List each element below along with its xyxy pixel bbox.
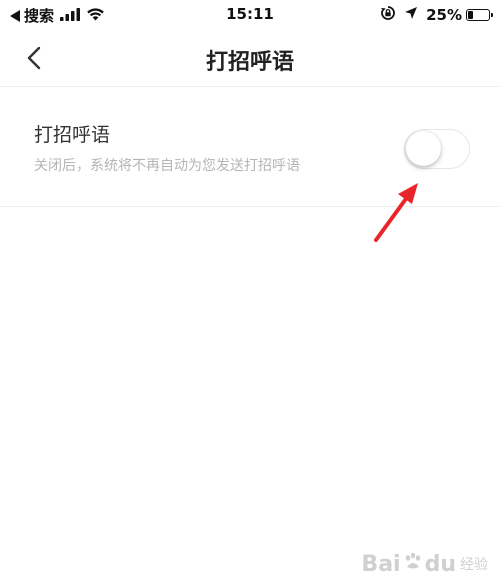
battery-icon bbox=[466, 9, 493, 21]
setting-description: 关闭后，系统将不再自动为您发送打招呼语 bbox=[34, 158, 300, 174]
baidu-watermark: Bai du 经验 bbox=[361, 551, 488, 577]
watermark-brand-tail: du bbox=[424, 551, 456, 577]
nav-bar: 打招呼语 bbox=[0, 30, 500, 87]
baidu-paw-icon bbox=[403, 551, 423, 577]
screen: 搜索 15:11 25% 打招呼语 打招呼语 关闭后，系统将不再自动为您发送打招… bbox=[0, 0, 500, 583]
battery-fill bbox=[468, 11, 473, 19]
location-arrow-icon bbox=[404, 6, 418, 24]
watermark-sub: 经验 bbox=[460, 557, 488, 573]
battery-percent: 25% bbox=[426, 6, 462, 24]
watermark-brand: Bai bbox=[361, 551, 401, 577]
battery-cap bbox=[491, 13, 493, 17]
toggle-knob bbox=[406, 131, 441, 166]
greeting-toggle[interactable] bbox=[404, 129, 470, 169]
annotation-arrow-icon bbox=[374, 183, 418, 242]
setting-title: 打招呼语 bbox=[34, 124, 111, 146]
status-bar-right: 25% bbox=[380, 5, 493, 25]
rotation-lock-icon bbox=[380, 5, 396, 25]
page-title: 打招呼语 bbox=[205, 50, 294, 75]
status-bar: 搜索 15:11 25% bbox=[0, 0, 500, 30]
